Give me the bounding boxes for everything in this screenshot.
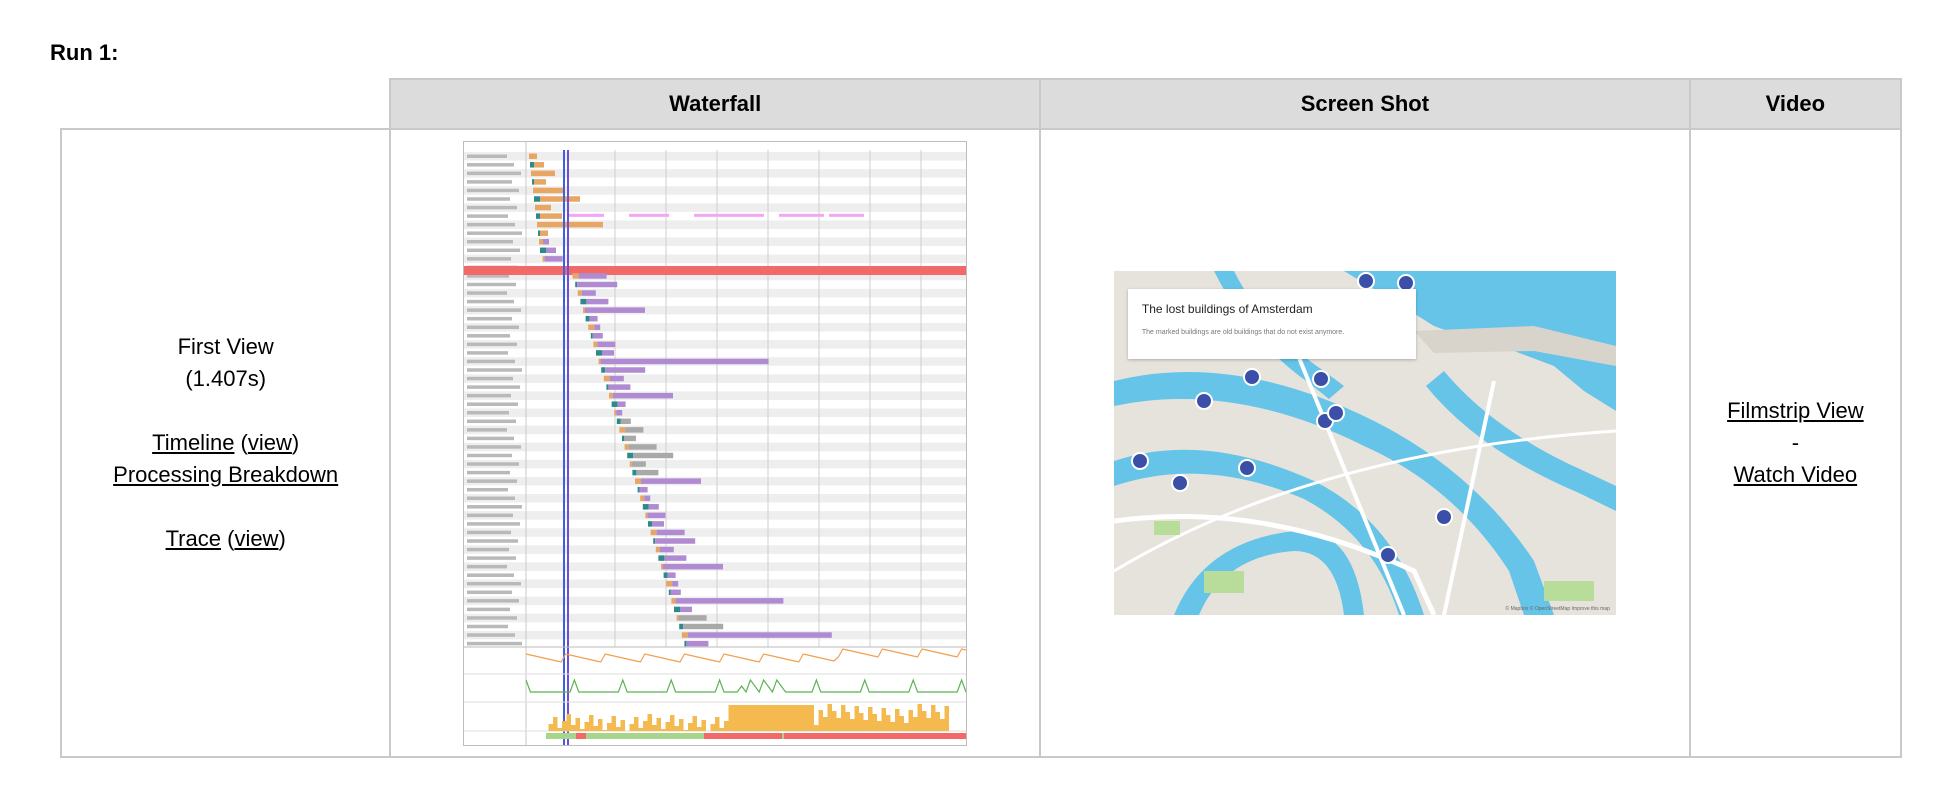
map-card-subtitle: The marked buildings are old buildings t… bbox=[1141, 329, 1345, 336]
map-attribution: © Mapbox © OpenStreetMap Improve this ma… bbox=[1505, 606, 1610, 612]
trace-link[interactable]: Trace bbox=[166, 526, 221, 551]
screenshot-cell: The lost buildings of Amsterdam The mark… bbox=[1039, 128, 1691, 758]
timeline-line: Timeline (view) bbox=[152, 430, 300, 455]
video-link-separator: - bbox=[1791, 430, 1800, 455]
map-card-title: The lost buildings of Amsterdam bbox=[1141, 302, 1313, 316]
header-screenshot: Screen Shot bbox=[1039, 78, 1691, 130]
video-cell: Filmstrip View - Watch Video bbox=[1688, 128, 1903, 758]
waterfall-bandwidth-line bbox=[525, 677, 967, 693]
first-view-row: First View (1.407s) Timeline (view) Proc… bbox=[59, 128, 1903, 758]
first-view-label-cell: First View (1.407s) Timeline (view) Proc… bbox=[59, 128, 392, 758]
filmstrip-view-link[interactable]: Filmstrip View bbox=[1727, 398, 1864, 423]
header-video: Video bbox=[1688, 78, 1903, 130]
processing-breakdown-link[interactable]: Processing Breakdown bbox=[113, 462, 338, 487]
waterfall-cpu-line bbox=[526, 647, 967, 663]
trace-line: Trace (view) bbox=[165, 526, 286, 551]
waterfall-cell bbox=[389, 128, 1042, 758]
watch-video-link[interactable]: Watch Video bbox=[1734, 462, 1858, 487]
first-view-title: First View bbox=[177, 334, 274, 359]
waterfall-image[interactable] bbox=[463, 140, 968, 746]
map-info-card: The lost buildings of Amsterdam The mark… bbox=[1127, 289, 1416, 359]
header-waterfall: Waterfall bbox=[389, 78, 1042, 130]
waterfall-highlight-row bbox=[464, 265, 967, 275]
trace-view-link[interactable]: view bbox=[234, 526, 278, 551]
waterfall-chart bbox=[464, 141, 967, 745]
header-row: Waterfall Screen Shot Video bbox=[61, 78, 1903, 130]
timeline-view-link[interactable]: view bbox=[248, 430, 292, 455]
header-blank bbox=[61, 79, 392, 130]
first-view-time: (1.407s) bbox=[185, 366, 267, 391]
timeline-link[interactable]: Timeline bbox=[152, 430, 234, 455]
screenshot-image[interactable]: The lost buildings of Amsterdam The mark… bbox=[1113, 271, 1616, 615]
run-title: Run 1: bbox=[50, 40, 119, 65]
results-table: Waterfall Screen Shot Video First View (… bbox=[59, 78, 1903, 758]
